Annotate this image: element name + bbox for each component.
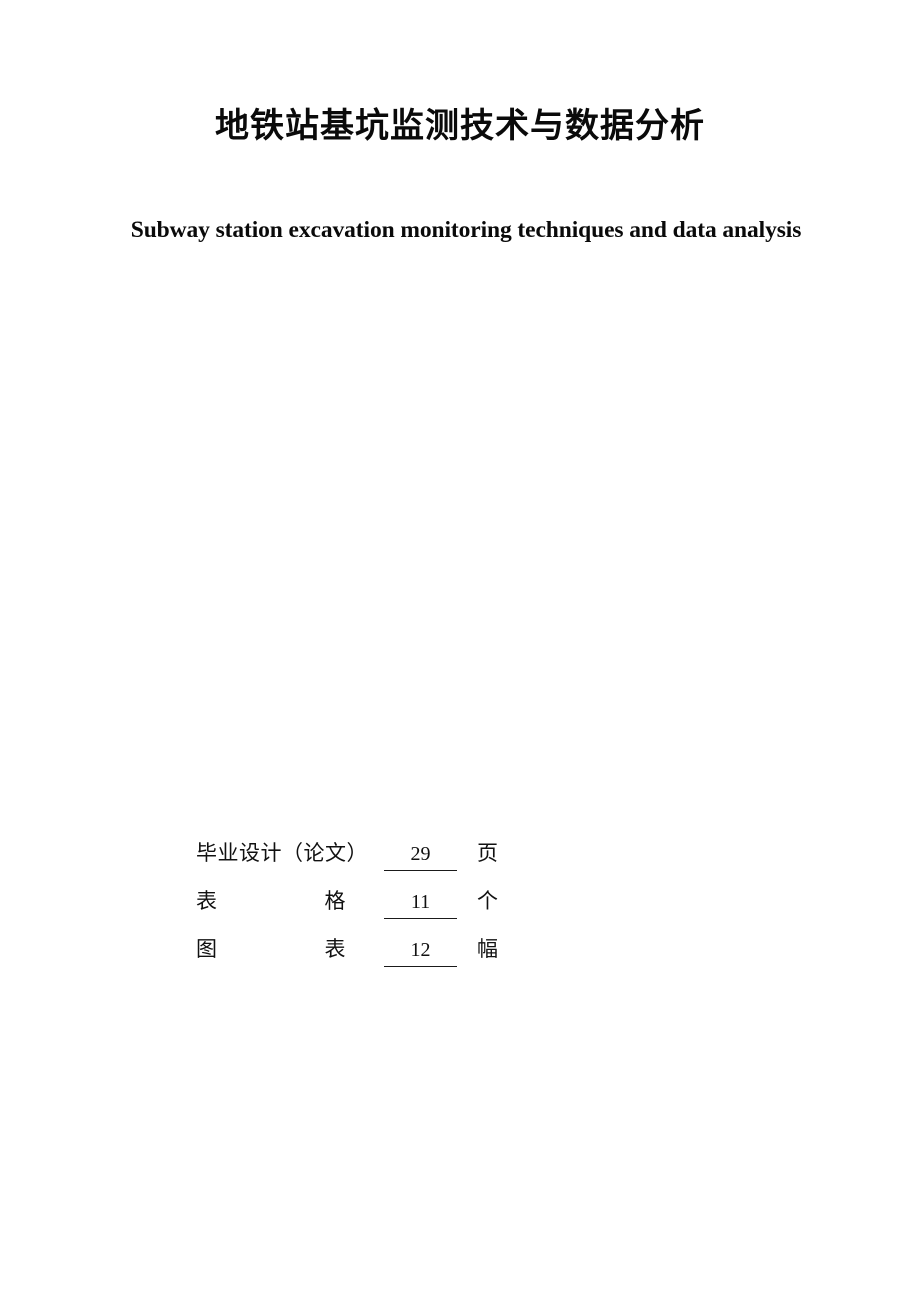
thesis-stats-form: 毕业设计（论文） 29 页 表 格 11 个 图 表 12 幅 [196,838,498,982]
stats-unit-figures: 幅 [477,937,498,961]
stats-value-pages[interactable]: 29 [384,840,457,871]
page-title-chinese: 地铁站基坑监测技术与数据分析 [215,108,705,145]
stats-label-tables: 表 格 [196,886,368,916]
stats-label-tables-char-1: 表 [196,889,218,913]
stats-row-pages: 毕业设计（论文） 29 页 [196,838,498,886]
stats-unit-tables: 个 [477,889,498,913]
stats-row-figures: 图 表 12 幅 [196,934,498,982]
stats-row-tables: 表 格 11 个 [196,886,498,934]
stats-value-figures[interactable]: 12 [384,936,457,967]
stats-unit-pages: 页 [477,841,498,865]
stats-value-tables[interactable]: 11 [384,888,457,919]
stats-label-figures-char-2: 表 [324,937,346,961]
stats-label-figures-char-1: 图 [196,937,218,961]
blank-content-area [0,260,920,830]
stats-label-tables-char-2: 格 [324,889,346,913]
stats-label-pages: 毕业设计（论文） [196,841,368,865]
stats-label-figures: 图 表 [196,934,368,964]
thesis-cover-page: 地铁站基坑监测技术与数据分析 Subway station excavation… [0,0,920,1302]
page-subtitle-english: Subway station excavation monitoring tec… [130,217,802,243]
